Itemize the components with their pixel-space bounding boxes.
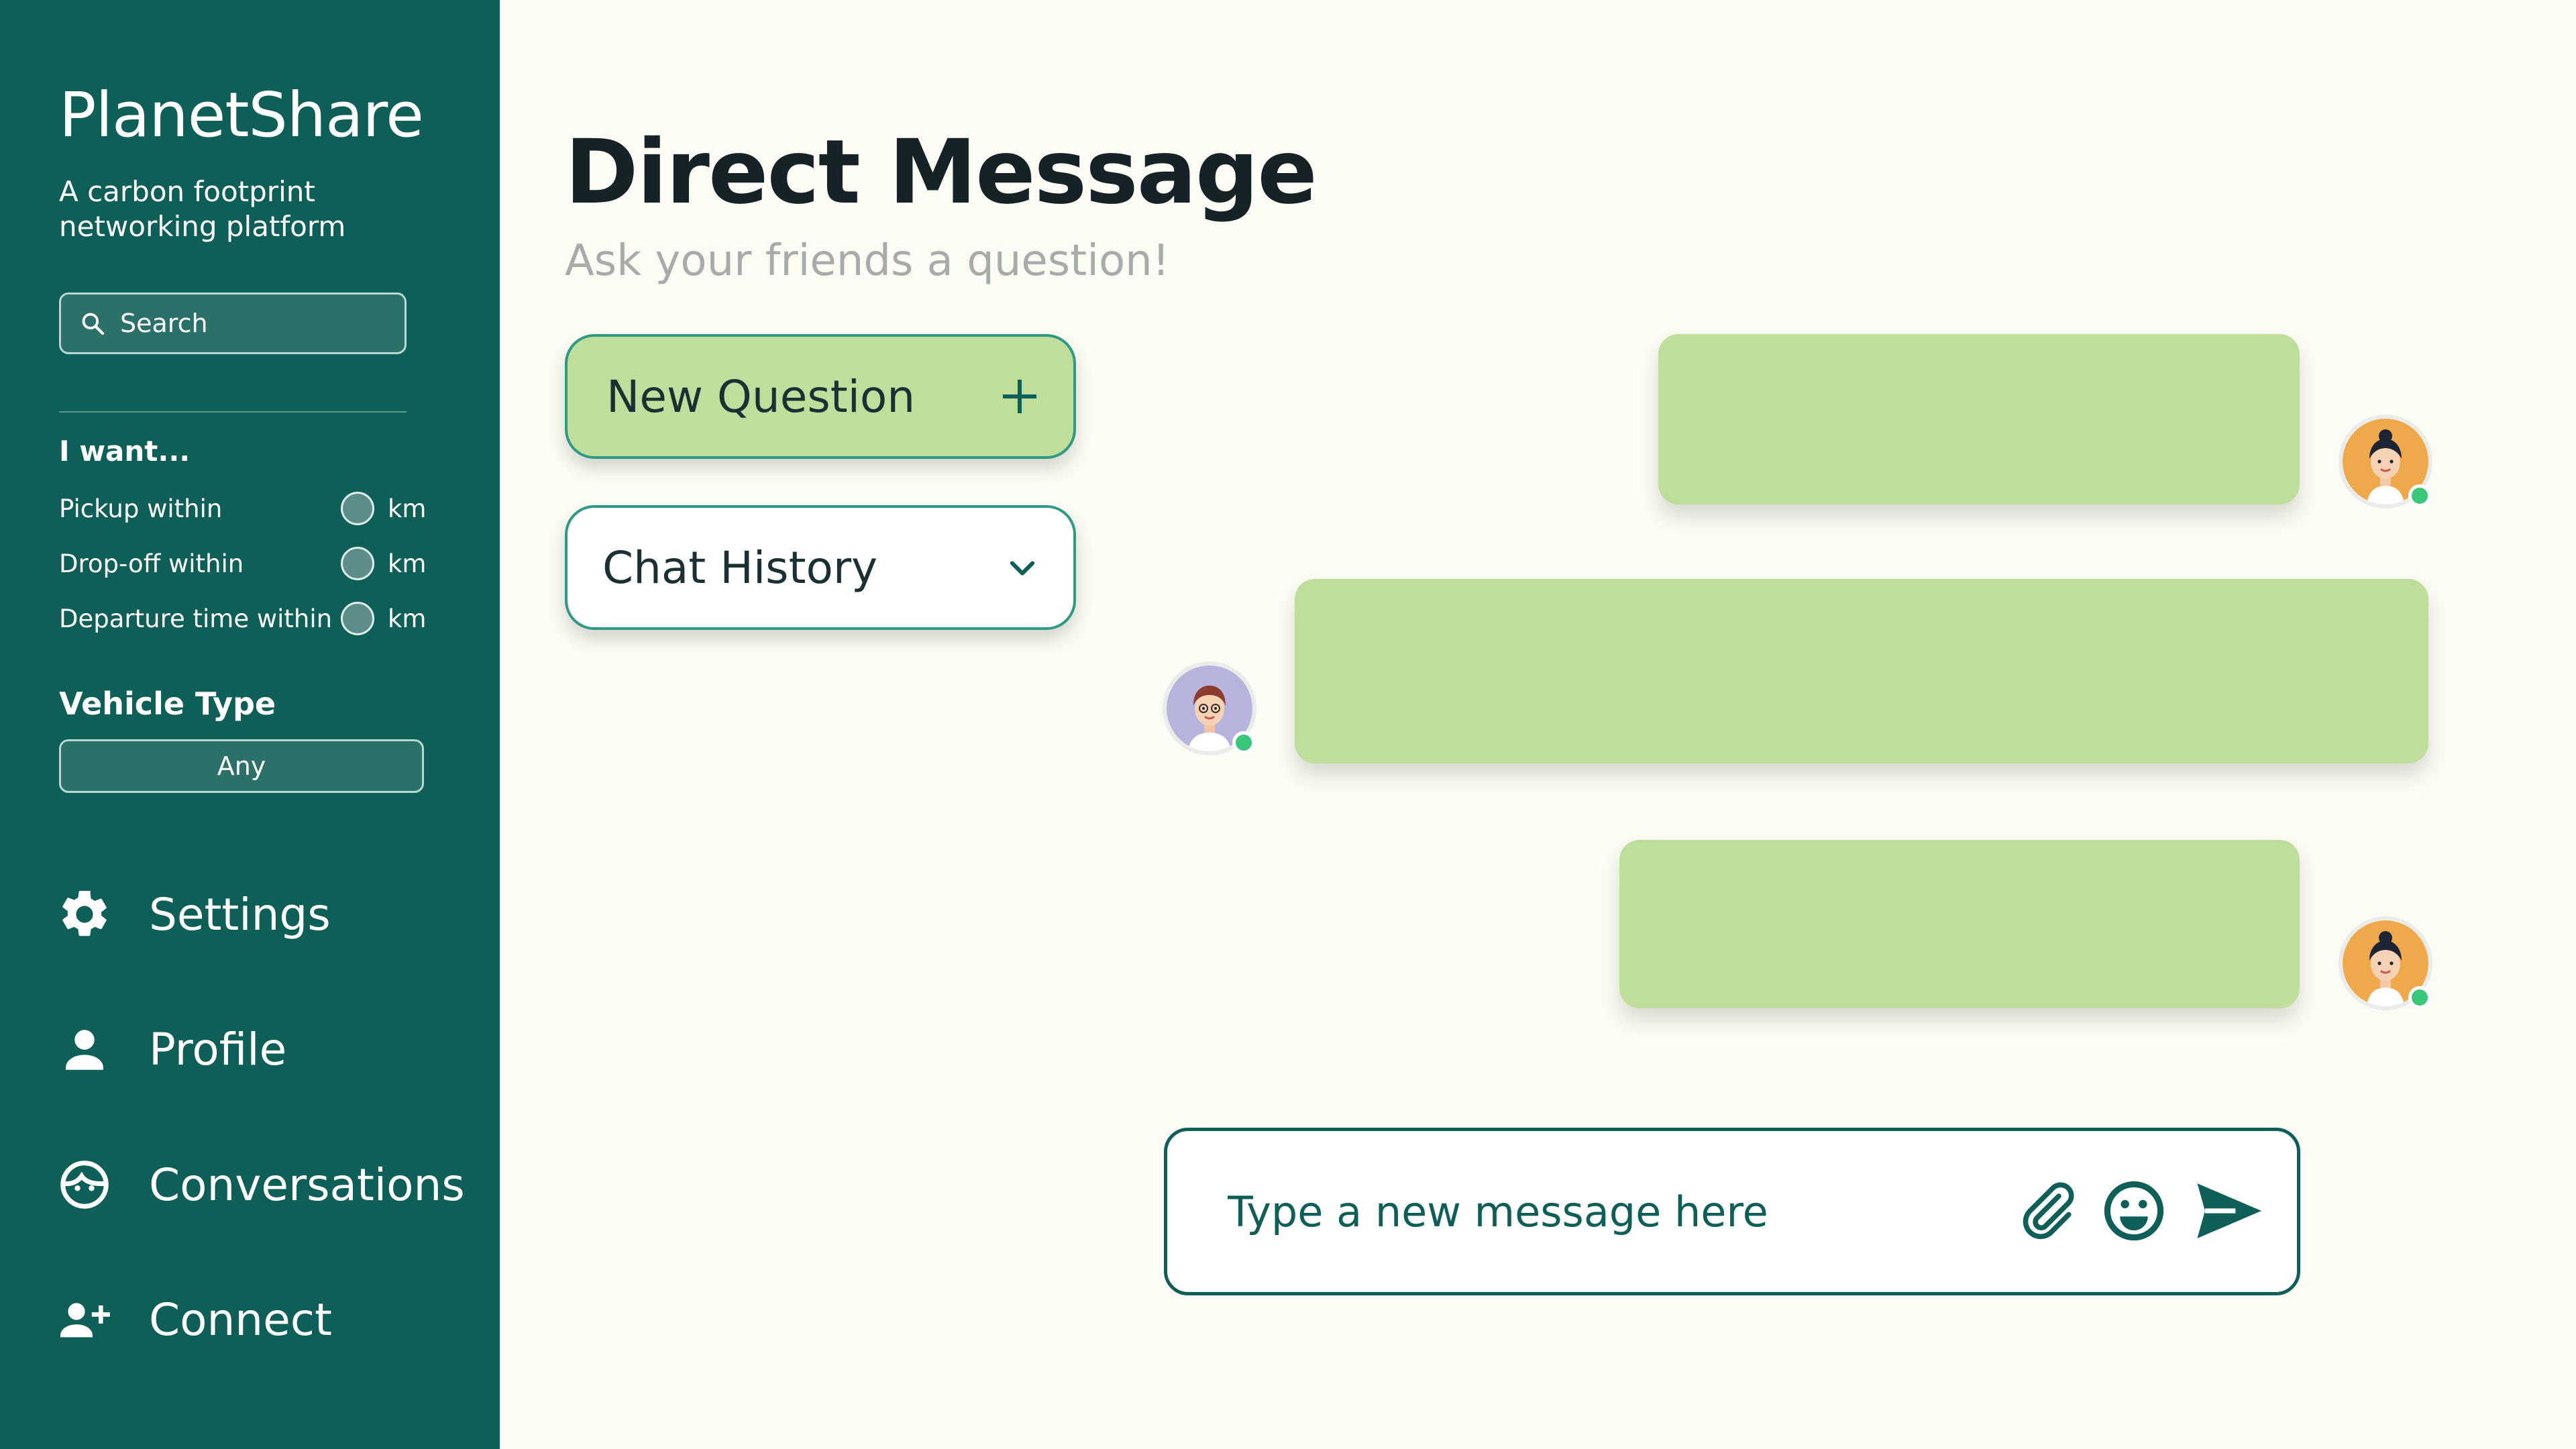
filter-dropoff: Drop-off within km — [59, 543, 435, 584]
message-input[interactable] — [1228, 1187, 1992, 1236]
search-box[interactable] — [59, 292, 407, 354]
nav-label: Connect — [149, 1293, 332, 1346]
chevron-down-icon — [1010, 561, 1035, 576]
message-bubble-outgoing[interactable] — [1619, 840, 2300, 1008]
nav-conversations[interactable]: Conversations — [56, 1148, 472, 1222]
online-status-dot — [2408, 986, 2431, 1009]
gear-icon — [56, 886, 113, 943]
chat-history-dropdown[interactable]: Chat History — [565, 505, 1076, 630]
page-subtitle: Ask your friends a question! — [565, 236, 1170, 286]
plus-icon — [1003, 380, 1036, 413]
nav-label: Settings — [149, 888, 331, 941]
search-input[interactable] — [120, 309, 375, 338]
filter-pickup: Pickup within km — [59, 488, 435, 529]
filter-departure-input[interactable] — [341, 602, 374, 635]
filter-departure: Departure time within km — [59, 598, 435, 639]
paperclip-icon[interactable] — [2010, 1174, 2084, 1248]
nav-label: Profile — [149, 1023, 287, 1075]
filter-label: Pickup within — [59, 494, 223, 523]
vehicle-type-heading: Vehicle Type — [59, 686, 276, 722]
filter-unit: km — [388, 604, 427, 633]
online-status-dot — [1232, 731, 1255, 754]
search-icon — [82, 313, 105, 335]
avatar-friend[interactable] — [1163, 661, 1256, 755]
new-question-label: New Question — [606, 370, 916, 423]
vehicle-type-select[interactable]: Any — [59, 739, 424, 793]
chat-history-label: Chat History — [602, 541, 878, 594]
filter-unit: km — [388, 549, 427, 578]
app-brand: PlanetShare — [59, 79, 424, 151]
nav-label: Conversations — [149, 1159, 465, 1211]
message-bubble-incoming[interactable] — [1295, 579, 2428, 763]
filters-heading: I want... — [59, 435, 191, 468]
nav-settings[interactable]: Settings — [56, 877, 472, 951]
nav-connect[interactable]: Connect — [56, 1283, 472, 1356]
emoji-icon[interactable] — [2097, 1174, 2171, 1248]
avatar-self[interactable] — [2339, 415, 2432, 508]
face-icon — [56, 1157, 113, 1213]
online-status-dot — [2408, 484, 2431, 507]
filter-unit: km — [388, 494, 427, 523]
filter-label: Drop-off within — [59, 549, 244, 578]
app-tagline: A carbon footprint networking platform — [59, 175, 346, 243]
new-question-button[interactable]: New Question — [565, 334, 1076, 459]
sidebar-divider — [59, 411, 407, 413]
message-bubble-outgoing[interactable] — [1658, 334, 2300, 504]
person-icon — [56, 1021, 113, 1077]
filter-pickup-input[interactable] — [341, 492, 374, 525]
page-title: Direct Message — [565, 121, 1318, 224]
filter-label: Departure time within — [59, 604, 333, 633]
send-icon[interactable] — [2191, 1174, 2265, 1248]
message-composer — [1164, 1128, 2300, 1295]
filter-dropoff-input[interactable] — [341, 547, 374, 580]
avatar-self[interactable] — [2339, 916, 2432, 1010]
sidebar: PlanetShare A carbon footprint networkin… — [0, 0, 500, 1449]
nav-profile[interactable]: Profile — [56, 1012, 472, 1086]
add-person-icon — [56, 1291, 113, 1348]
